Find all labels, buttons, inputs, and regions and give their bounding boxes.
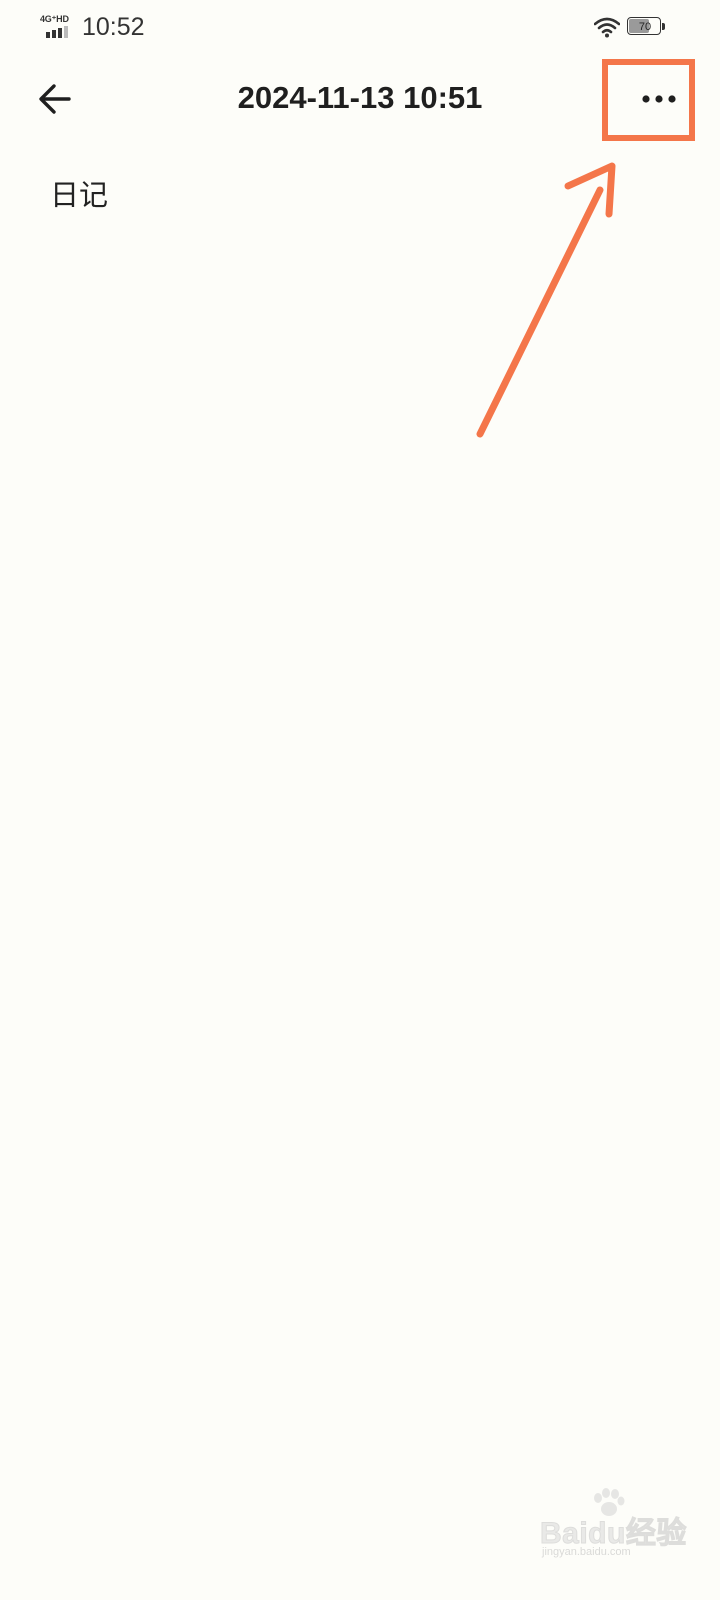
status-bar: 4G⁺HD 10:52 70 xyxy=(0,0,720,56)
arrow-left-icon xyxy=(39,84,71,114)
back-button[interactable] xyxy=(30,76,80,122)
battery-body: 70 xyxy=(627,17,661,35)
note-detail-screen: 4G⁺HD 10:52 70 2024-11-13 10:51 日记 Baidu… xyxy=(0,0,720,1600)
note-content[interactable]: 日记 xyxy=(50,174,108,216)
baidu-watermark: Baidu经验 jingyan.baidu.com xyxy=(540,1488,687,1574)
page-title: 2024-11-13 10:51 xyxy=(237,80,483,115)
wifi-icon xyxy=(594,17,620,38)
battery-level-text: 70 xyxy=(638,21,652,33)
battery-nub xyxy=(662,23,665,30)
network-indicator: 4G⁺HD xyxy=(40,14,78,40)
battery-icon: 70 xyxy=(627,17,665,37)
signal-icon xyxy=(46,26,68,38)
network-label: 4G⁺HD xyxy=(40,14,69,24)
watermark-url: jingyan.baidu.com xyxy=(542,1546,631,1558)
annotation-highlight-box xyxy=(602,59,695,141)
annotation-arrow-icon xyxy=(476,162,616,438)
status-time: 10:52 xyxy=(82,13,145,41)
